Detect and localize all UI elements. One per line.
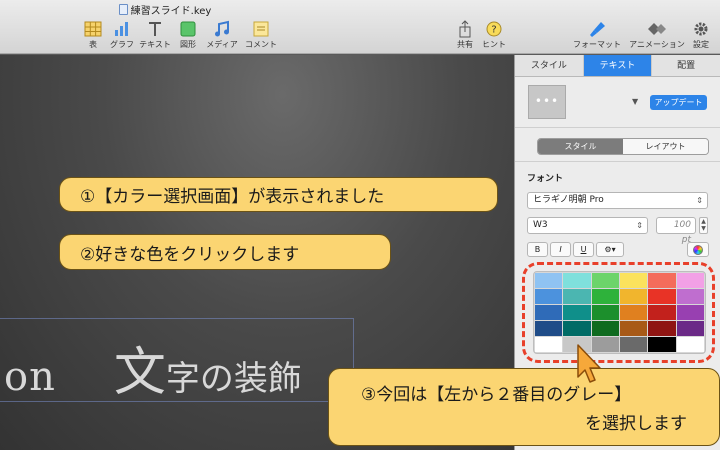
updown-arrow-icon: ⇕ <box>636 221 643 230</box>
toolbar-media-button[interactable]: メディア <box>200 20 244 50</box>
toolbar-format-button[interactable]: フォーマット <box>571 20 623 50</box>
color-palette-popover <box>533 271 706 354</box>
color-swatch[interactable] <box>620 289 648 304</box>
color-swatch[interactable] <box>591 289 619 304</box>
slide-text[interactable]: on 文字の装飾 <box>4 330 302 405</box>
color-swatch[interactable] <box>620 337 648 352</box>
toolbar: 練習スライド.key 表 グラフ テキスト 図形 メディア コメント 共有 ? … <box>0 0 720 54</box>
color-swatch[interactable] <box>648 273 676 288</box>
text-color-well[interactable] <box>687 242 709 257</box>
color-swatch[interactable] <box>535 305 563 320</box>
tab-style[interactable]: スタイル <box>515 55 584 76</box>
inspector-tabs: スタイル テキスト 配置 <box>515 55 720 77</box>
annotation-step1: ①【カラー選択画面】が表示されました <box>59 177 498 212</box>
color-swatch[interactable] <box>676 289 704 304</box>
font-weight-select[interactable]: W3 ⇕ <box>527 217 648 234</box>
chart-icon <box>111 20 133 38</box>
divider <box>515 127 720 128</box>
color-swatch[interactable] <box>535 289 563 304</box>
keynote-doc-icon <box>118 4 128 15</box>
segment-layout[interactable]: レイアウト <box>623 139 708 154</box>
tab-arrange[interactable]: 配置 <box>652 55 720 76</box>
color-swatch[interactable] <box>535 337 563 352</box>
font-family-select[interactable]: ヒラギノ明朝 Pro ⇕ <box>527 192 708 209</box>
italic-button[interactable]: I <box>550 242 571 257</box>
color-swatch[interactable] <box>676 337 704 352</box>
color-wheel-icon <box>693 245 703 255</box>
color-swatch[interactable] <box>676 321 704 336</box>
text-icon <box>144 20 166 38</box>
font-section-heading: フォント <box>527 174 564 184</box>
color-swatch[interactable] <box>620 321 648 336</box>
divider <box>515 161 720 162</box>
color-swatch[interactable] <box>620 273 648 288</box>
svg-text:?: ? <box>491 25 496 36</box>
segment-style[interactable]: スタイル <box>538 139 623 154</box>
color-swatch[interactable] <box>535 273 563 288</box>
color-swatch[interactable] <box>620 305 648 320</box>
paragraph-style-thumbnail[interactable]: ••• <box>528 85 566 119</box>
color-swatch[interactable] <box>648 321 676 336</box>
annotation-step2: ②好きな色をクリックします <box>59 234 391 270</box>
pointer-arrow-icon <box>577 344 601 383</box>
font-size-field[interactable]: 100 pt <box>656 217 696 245</box>
font-size-stepper[interactable]: ▲ ▼ <box>699 217 708 234</box>
color-swatch[interactable] <box>648 337 676 352</box>
annotation-step3: ③今回は【左から２番目のグレー】 を選択します <box>328 368 720 446</box>
toolbar-animate-button[interactable]: アニメーション <box>628 20 686 50</box>
toolbar-comment-button[interactable]: コメント <box>239 20 283 50</box>
toolbar-setup-button[interactable]: 設定 <box>686 20 716 50</box>
media-icon <box>211 20 233 38</box>
help-icon: ? <box>483 20 505 38</box>
toolbar-tips-button[interactable]: ? ヒント <box>472 20 516 50</box>
update-style-button[interactable]: アップデート <box>650 95 707 110</box>
chevron-down-icon[interactable]: ▼ <box>632 97 638 106</box>
style-layout-segmented-control: スタイル レイアウト <box>537 138 709 155</box>
window-title: 練習スライド.key <box>0 2 330 17</box>
color-swatch[interactable] <box>563 289 591 304</box>
color-swatch[interactable] <box>591 305 619 320</box>
color-swatch[interactable] <box>591 321 619 336</box>
slide-text-part: on <box>4 354 56 400</box>
color-swatch[interactable] <box>563 321 591 336</box>
updown-arrow-icon: ⇕ <box>696 196 703 205</box>
color-swatch[interactable] <box>563 305 591 320</box>
paintbrush-icon <box>586 20 608 38</box>
color-swatch[interactable] <box>648 289 676 304</box>
tab-text[interactable]: テキスト <box>583 55 653 76</box>
slide-text-rest: 字の装飾 <box>165 359 302 399</box>
animate-icon <box>646 20 668 38</box>
underline-button[interactable]: U <box>573 242 594 257</box>
shape-icon <box>177 20 199 38</box>
color-swatch[interactable] <box>535 321 563 336</box>
comment-icon <box>250 20 272 38</box>
text-options-menu[interactable]: ⚙▾ <box>596 242 624 257</box>
bold-button[interactable]: B <box>527 242 548 257</box>
gear-icon <box>690 20 712 38</box>
color-swatch[interactable] <box>563 273 591 288</box>
color-swatch[interactable] <box>648 305 676 320</box>
color-swatch[interactable] <box>676 273 704 288</box>
color-swatch[interactable] <box>676 305 704 320</box>
color-swatch[interactable] <box>591 273 619 288</box>
slide-text-big-char: 文 <box>113 343 166 403</box>
